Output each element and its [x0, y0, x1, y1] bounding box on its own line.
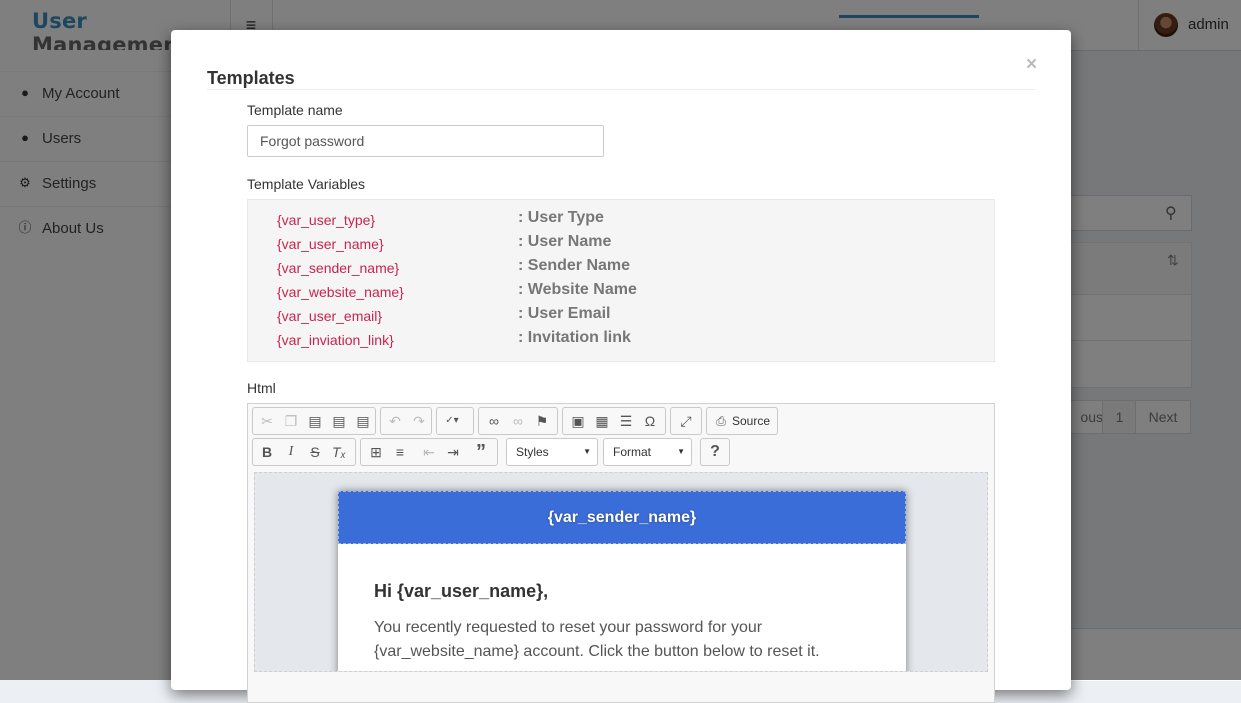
- paste-icon[interactable]: ▤: [303, 408, 327, 434]
- caret-down-icon: ▼: [677, 447, 685, 456]
- html-editor: ✂ ❐ ▤ ▤ ▤ ↶ ↷ ✓▾ ∞ ∞ ⚑ ▣ ▦ ☰ Ω ⤢ ⎙ Sourc…: [247, 403, 995, 703]
- unlink-icon[interactable]: ∞: [506, 408, 530, 434]
- copy-icon[interactable]: ❐: [279, 408, 303, 434]
- spellcheck-icon[interactable]: ✓▾: [440, 408, 464, 434]
- variable-key: {var_user_email}: [277, 308, 383, 324]
- styles-label: Styles: [516, 445, 549, 459]
- special-char-omega-icon[interactable]: Ω: [638, 408, 662, 434]
- redo-icon[interactable]: ↷: [407, 408, 431, 434]
- variable-description: : Sender Name: [518, 257, 631, 274]
- divider: [207, 89, 1035, 90]
- close-icon[interactable]: ×: [1026, 55, 1037, 75]
- cut-icon[interactable]: ✂: [255, 408, 279, 434]
- html-label: Html: [247, 380, 276, 396]
- variable-key: {var_user_type}: [277, 212, 376, 228]
- list-item: {var_user_name} : User Name: [248, 232, 996, 256]
- email-header: {var_sender_name}: [338, 491, 906, 544]
- undo-group: ↶ ↷: [380, 407, 432, 435]
- list-item: {var_website_name} : Website Name: [248, 280, 996, 304]
- variable-key: {var_sender_name}: [277, 260, 400, 276]
- email-body-text: You recently requested to reset your pas…: [374, 619, 820, 660]
- email-preview-card: {var_sender_name} Hi {var_user_name}, Yo…: [338, 491, 906, 671]
- bold-icon[interactable]: B: [255, 439, 279, 465]
- insert-group: ▣ ▦ ☰ Ω: [562, 407, 666, 435]
- list-item: {var_inviation_link} : Invitation link: [248, 328, 996, 352]
- link-group: ∞ ∞ ⚑: [478, 407, 558, 435]
- help-icon: ?: [710, 443, 720, 460]
- link-icon[interactable]: ∞: [482, 408, 506, 434]
- format-dropdown[interactable]: Format ▼: [603, 438, 692, 466]
- clipboard-group: ✂ ❐ ▤ ▤ ▤: [252, 407, 376, 435]
- maximize-group: ⤢: [670, 407, 702, 435]
- variable-key: {var_inviation_link}: [277, 332, 394, 348]
- template-name-label: Template name: [247, 102, 343, 118]
- italic-icon[interactable]: I: [279, 439, 303, 465]
- spellcheck-group: ✓▾: [436, 407, 474, 435]
- template-name-input[interactable]: [247, 125, 604, 157]
- email-greeting: Hi {var_user_name},: [374, 581, 549, 601]
- styles-dropdown[interactable]: Styles ▼: [506, 438, 598, 466]
- variable-description: : Invitation link: [518, 329, 631, 346]
- list-item: {var_user_type} : User Type: [248, 208, 996, 232]
- help-button[interactable]: ?: [700, 438, 730, 466]
- modal-title: Templates: [207, 68, 295, 88]
- image-icon[interactable]: ▣: [566, 408, 590, 434]
- variable-description: : User Name: [518, 233, 612, 250]
- template-variables-label: Template Variables: [247, 176, 366, 192]
- source-icon: ⎙: [716, 414, 726, 428]
- maximize-icon[interactable]: ⤢: [674, 408, 698, 434]
- blockquote-icon[interactable]: ”: [469, 439, 493, 465]
- variable-key: {var_user_name}: [277, 236, 384, 252]
- paste-word-icon[interactable]: ▤: [351, 408, 375, 434]
- source-label: Source: [732, 414, 771, 428]
- horizontal-line-icon[interactable]: ☰: [614, 408, 638, 434]
- variable-description: : Website Name: [518, 281, 637, 298]
- basic-styles-group: B I S Tₓ: [252, 438, 356, 466]
- variable-key: {var_website_name}: [277, 284, 404, 300]
- list-item: {var_sender_name} : Sender Name: [248, 256, 996, 280]
- list-item: {var_user_email} : User Email: [248, 304, 996, 328]
- strikethrough-icon[interactable]: S: [303, 439, 327, 465]
- undo-icon[interactable]: ↶: [383, 408, 407, 434]
- template-variables-box: {var_user_type} : User Type {var_user_na…: [247, 199, 995, 362]
- decrease-indent-icon[interactable]: ⇤: [417, 439, 441, 465]
- format-label: Format: [613, 445, 652, 459]
- variable-description: : User Email: [518, 305, 611, 322]
- templates-modal: Templates × Template name Template Varia…: [171, 30, 1071, 703]
- caret-down-icon: ▼: [583, 447, 591, 456]
- bulleted-list-icon[interactable]: ≡: [388, 439, 412, 465]
- editor-content-area[interactable]: {var_sender_name} Hi {var_user_name}, Yo…: [254, 472, 988, 672]
- source-button[interactable]: ⎙ Source: [706, 407, 778, 435]
- variable-description: : User Type: [518, 209, 604, 226]
- increase-indent-icon[interactable]: ⇥: [441, 439, 465, 465]
- remove-format-icon[interactable]: Tₓ: [327, 439, 351, 465]
- paste-text-icon[interactable]: ▤: [327, 408, 351, 434]
- anchor-flag-icon[interactable]: ⚑: [530, 408, 554, 434]
- numbered-list-icon[interactable]: ⊞: [364, 439, 388, 465]
- list-group: ⊞ ≡ ⇤ ⇥ ”: [360, 438, 498, 466]
- table-icon[interactable]: ▦: [590, 408, 614, 434]
